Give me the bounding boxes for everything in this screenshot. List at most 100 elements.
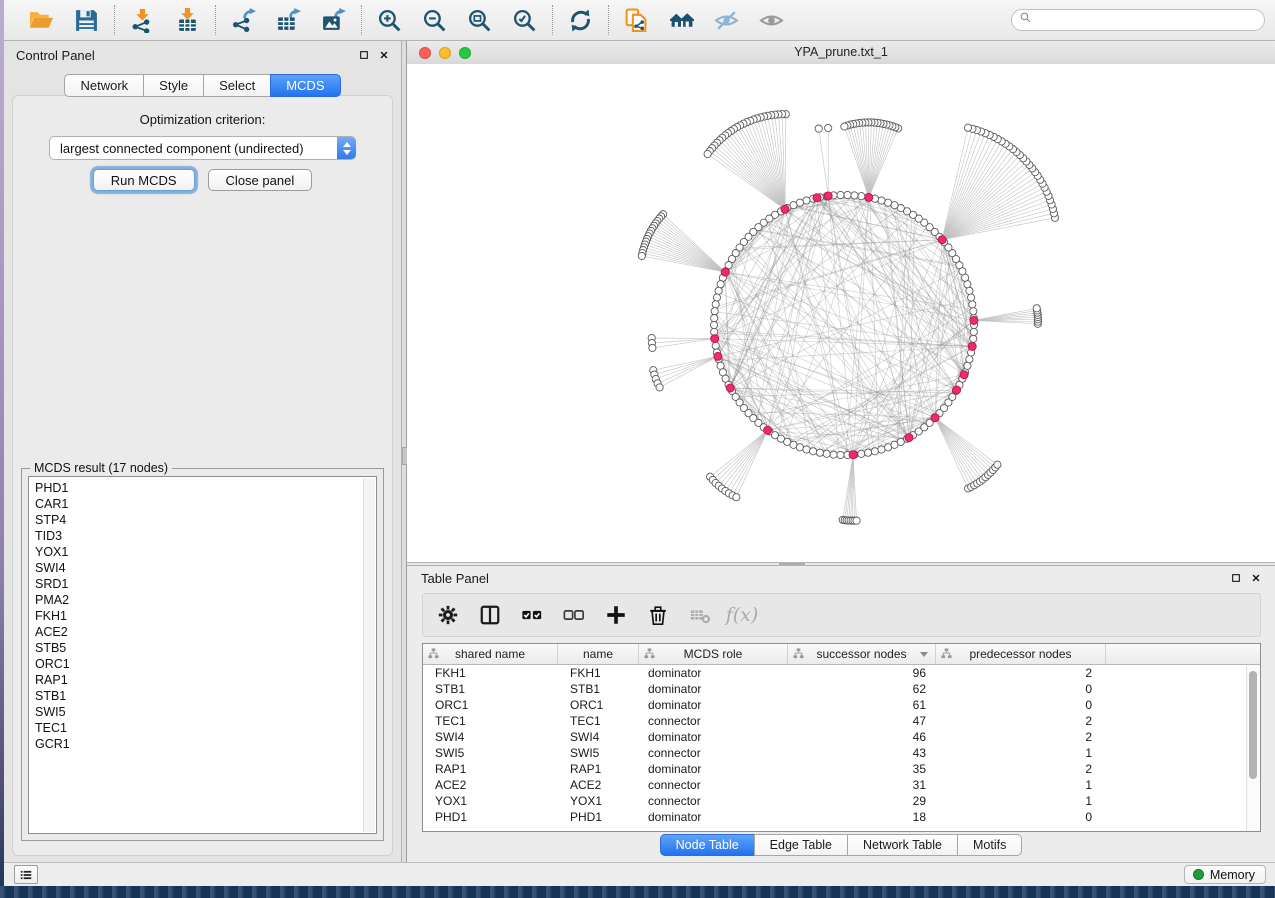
mcds-result-node[interactable]: STP4: [29, 512, 376, 528]
table-row[interactable]: FKH1FKH1dominator962: [423, 665, 1260, 681]
scrollbar-thumb[interactable]: [1249, 671, 1257, 779]
table-row[interactable]: TEC1TEC1connector472: [423, 713, 1260, 729]
cell-successor-nodes: 35: [788, 762, 936, 776]
memory-status-icon: [1193, 869, 1204, 880]
tab-edge-table[interactable]: Edge Table: [754, 834, 848, 856]
column-header-name[interactable]: name: [558, 644, 639, 664]
tab-motifs[interactable]: Motifs: [957, 834, 1022, 856]
float-panel-button[interactable]: [1230, 573, 1241, 584]
save-session-button[interactable]: [73, 7, 100, 34]
mcds-result-node[interactable]: YOX1: [29, 544, 376, 560]
save-icon: [74, 8, 99, 33]
mcds-result-node[interactable]: ORC1: [29, 656, 376, 672]
clone-network-button[interactable]: [623, 7, 650, 34]
mcds-result-node[interactable]: SRD1: [29, 576, 376, 592]
export-image-button[interactable]: [320, 7, 347, 34]
mcds-result-node[interactable]: SWI4: [29, 560, 376, 576]
show-all-button[interactable]: [758, 7, 785, 34]
first-neighbors-button[interactable]: [668, 7, 695, 34]
tab-node-table[interactable]: Node Table: [660, 834, 755, 856]
tab-network-table[interactable]: Network Table: [847, 834, 958, 856]
zoom-selected-button[interactable]: [511, 7, 538, 34]
criterion-select[interactable]: largest connected component (undirected): [49, 136, 356, 160]
cell-successor-nodes: 29: [788, 794, 936, 808]
mcds-result-node[interactable]: FKH1: [29, 608, 376, 624]
close-panel-button[interactable]: [378, 50, 389, 61]
cell-name: YOX1: [558, 794, 639, 808]
cell-predecessor-nodes: 2: [936, 666, 1106, 680]
table-row[interactable]: STB1STB1dominator620: [423, 681, 1260, 697]
tab-select[interactable]: Select: [203, 74, 271, 97]
export-image-icon: [321, 8, 346, 33]
mcds-result-node[interactable]: STB1: [29, 688, 376, 704]
export-network-button[interactable]: [230, 7, 257, 34]
table-row[interactable]: ORC1ORC1dominator610: [423, 697, 1260, 713]
table-settings-button[interactable]: [435, 602, 461, 628]
search-box[interactable]: [1011, 9, 1265, 31]
create-column-button[interactable]: [603, 602, 629, 628]
zoom-fit-button[interactable]: [466, 7, 493, 34]
column-header-icon: [644, 648, 655, 659]
mcds-result-node[interactable]: GCR1: [29, 736, 376, 752]
import-table-button[interactable]: [174, 7, 201, 34]
mcds-result-node[interactable]: PMA2: [29, 592, 376, 608]
column-header-predecessor-nodes[interactable]: predecessor nodes: [936, 644, 1106, 664]
close-panel-button[interactable]: [1250, 573, 1261, 584]
table-scrollbar[interactable]: [1246, 665, 1260, 831]
zoom-out-button[interactable]: [421, 7, 448, 34]
mcds-result-list[interactable]: PHD1CAR1STP4TID3YOX1SWI4SRD1PMA2FKH1ACE2…: [28, 476, 377, 834]
hide-eye-icon: [714, 8, 739, 33]
table-row[interactable]: SWI5SWI5connector431: [423, 745, 1260, 761]
float-panel-button[interactable]: [358, 50, 369, 61]
table-row[interactable]: PHD1PHD1dominator180: [423, 809, 1260, 825]
network-canvas[interactable]: [407, 64, 1275, 562]
open-file-button[interactable]: [28, 7, 55, 34]
run-mcds-button[interactable]: Run MCDS: [93, 169, 195, 191]
table-row[interactable]: SWI4SWI4dominator462: [423, 729, 1260, 745]
tab-mcds[interactable]: MCDS: [270, 74, 340, 97]
splitter-handle[interactable]: [779, 563, 805, 565]
mcds-result-node[interactable]: STB5: [29, 640, 376, 656]
mcds-result-node[interactable]: CAR1: [29, 496, 376, 512]
deselect-all-columns-button[interactable]: [561, 602, 587, 628]
cell-mcds-role: dominator: [639, 762, 788, 776]
export-network-icon: [231, 8, 256, 33]
memory-button[interactable]: Memory: [1184, 865, 1266, 884]
tab-style[interactable]: Style: [143, 74, 204, 97]
table-row[interactable]: RAP1RAP1dominator352: [423, 761, 1260, 777]
close-panel-button-mcds[interactable]: Close panel: [208, 169, 313, 191]
zoom-in-button[interactable]: [376, 7, 403, 34]
column-header-successor-nodes[interactable]: successor nodes: [788, 644, 936, 664]
import-network-icon: [130, 8, 155, 33]
mcds-result-node[interactable]: RAP1: [29, 672, 376, 688]
column-header-shared-name[interactable]: shared name: [423, 644, 558, 664]
table-row[interactable]: YOX1YOX1connector291: [423, 793, 1260, 809]
cell-shared-name: PHD1: [423, 810, 558, 824]
mcds-result-node[interactable]: TID3: [29, 528, 376, 544]
search-icon: [1019, 11, 1032, 29]
task-history-button[interactable]: [14, 865, 38, 884]
mcds-result-node[interactable]: ACE2: [29, 624, 376, 640]
column-header-filler: [1106, 644, 1260, 664]
folder-open-icon: [29, 8, 54, 33]
cell-name: ORC1: [558, 698, 639, 712]
export-table-button[interactable]: [275, 7, 302, 34]
mcds-result-node[interactable]: PHD1: [29, 480, 376, 496]
table-row[interactable]: ACE2ACE2connector311: [423, 777, 1260, 793]
import-network-button[interactable]: [129, 7, 156, 34]
cell-name: PHD1: [558, 810, 639, 824]
search-input[interactable]: [1037, 12, 1257, 28]
hide-selected-button[interactable]: [713, 7, 740, 34]
network-graph[interactable]: [407, 64, 1275, 562]
mcds-result-node[interactable]: TEC1: [29, 720, 376, 736]
mcds-result-title: MCDS result (17 nodes): [30, 461, 172, 475]
show-columns-button[interactable]: [477, 602, 503, 628]
delete-column-button[interactable]: [645, 602, 671, 628]
mcds-result-node[interactable]: SWI5: [29, 704, 376, 720]
tab-network[interactable]: Network: [64, 74, 144, 97]
cell-mcds-role: connector: [639, 714, 788, 728]
select-all-columns-button[interactable]: [519, 602, 545, 628]
column-header-MCDS-role[interactable]: MCDS role: [639, 644, 788, 664]
refresh-layout-button[interactable]: [567, 7, 594, 34]
list-scrollbar[interactable]: [363, 478, 375, 832]
